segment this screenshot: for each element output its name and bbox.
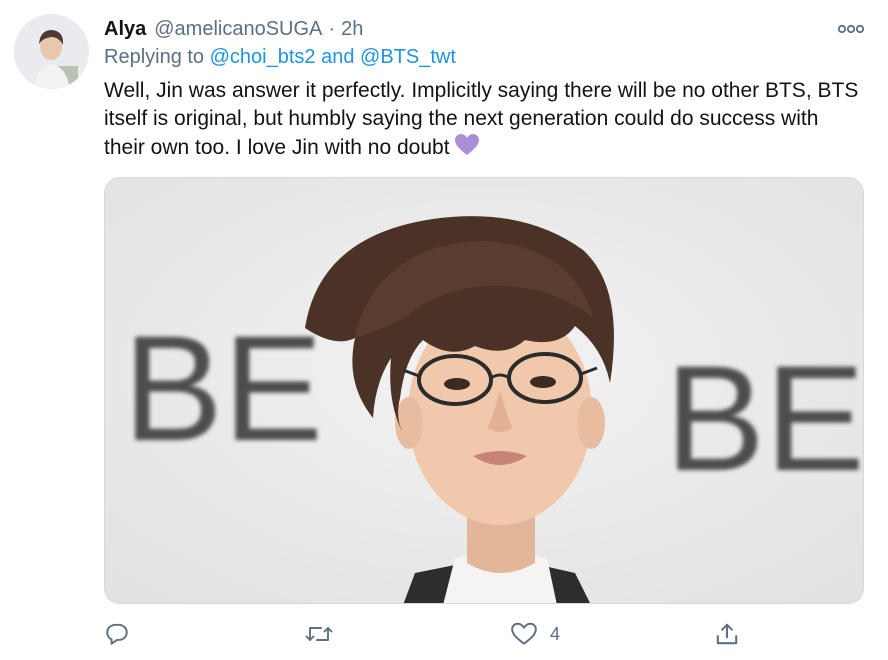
media-photo: BE BE [105,178,864,603]
reply-mention-and[interactable]: and [321,46,354,68]
reply-mention-link-1[interactable]: @choi_bts2 [210,46,316,68]
tweet-text-block: Well, Jin was answer it perfectly. Impli… [104,77,864,165]
tweet-header: Alya @amelicanoSUGA · 2h [104,14,363,44]
replying-to-label: Replying to [104,46,205,68]
tweet-media[interactable]: BE BE [104,177,864,604]
background-sign-right: BE [665,334,864,502]
reply-mention-link-2[interactable]: @BTS_twt [360,46,456,68]
share-button[interactable] [714,618,740,650]
like-button[interactable]: 4 [510,618,560,650]
avatar[interactable] [14,14,89,89]
replying-to-line: Replying to @choi_bts2 and @BTS_twt [104,46,456,69]
tweet-text: Well, Jin was answer it perfectly. Impli… [104,79,859,159]
more-options-button[interactable] [836,16,866,42]
retweet-button[interactable] [304,618,334,650]
tweet-action-bar: 4 [104,618,744,650]
like-count: 4 [550,623,561,644]
share-icon [716,623,738,645]
more-icon [837,24,865,34]
retweet-icon [305,627,333,641]
tweet-timestamp[interactable]: 2h [341,18,363,41]
background-sign-left: BE [123,304,323,472]
author-name[interactable]: Alya [104,18,146,41]
reply-button[interactable] [104,618,130,650]
avatar-image [14,14,89,89]
purple-heart-icon [454,133,480,165]
author-handle[interactable]: @amelicanoSUGA [154,18,322,41]
separator-dot: · [328,17,336,40]
comment-icon [106,623,128,645]
heart-icon [511,622,537,645]
